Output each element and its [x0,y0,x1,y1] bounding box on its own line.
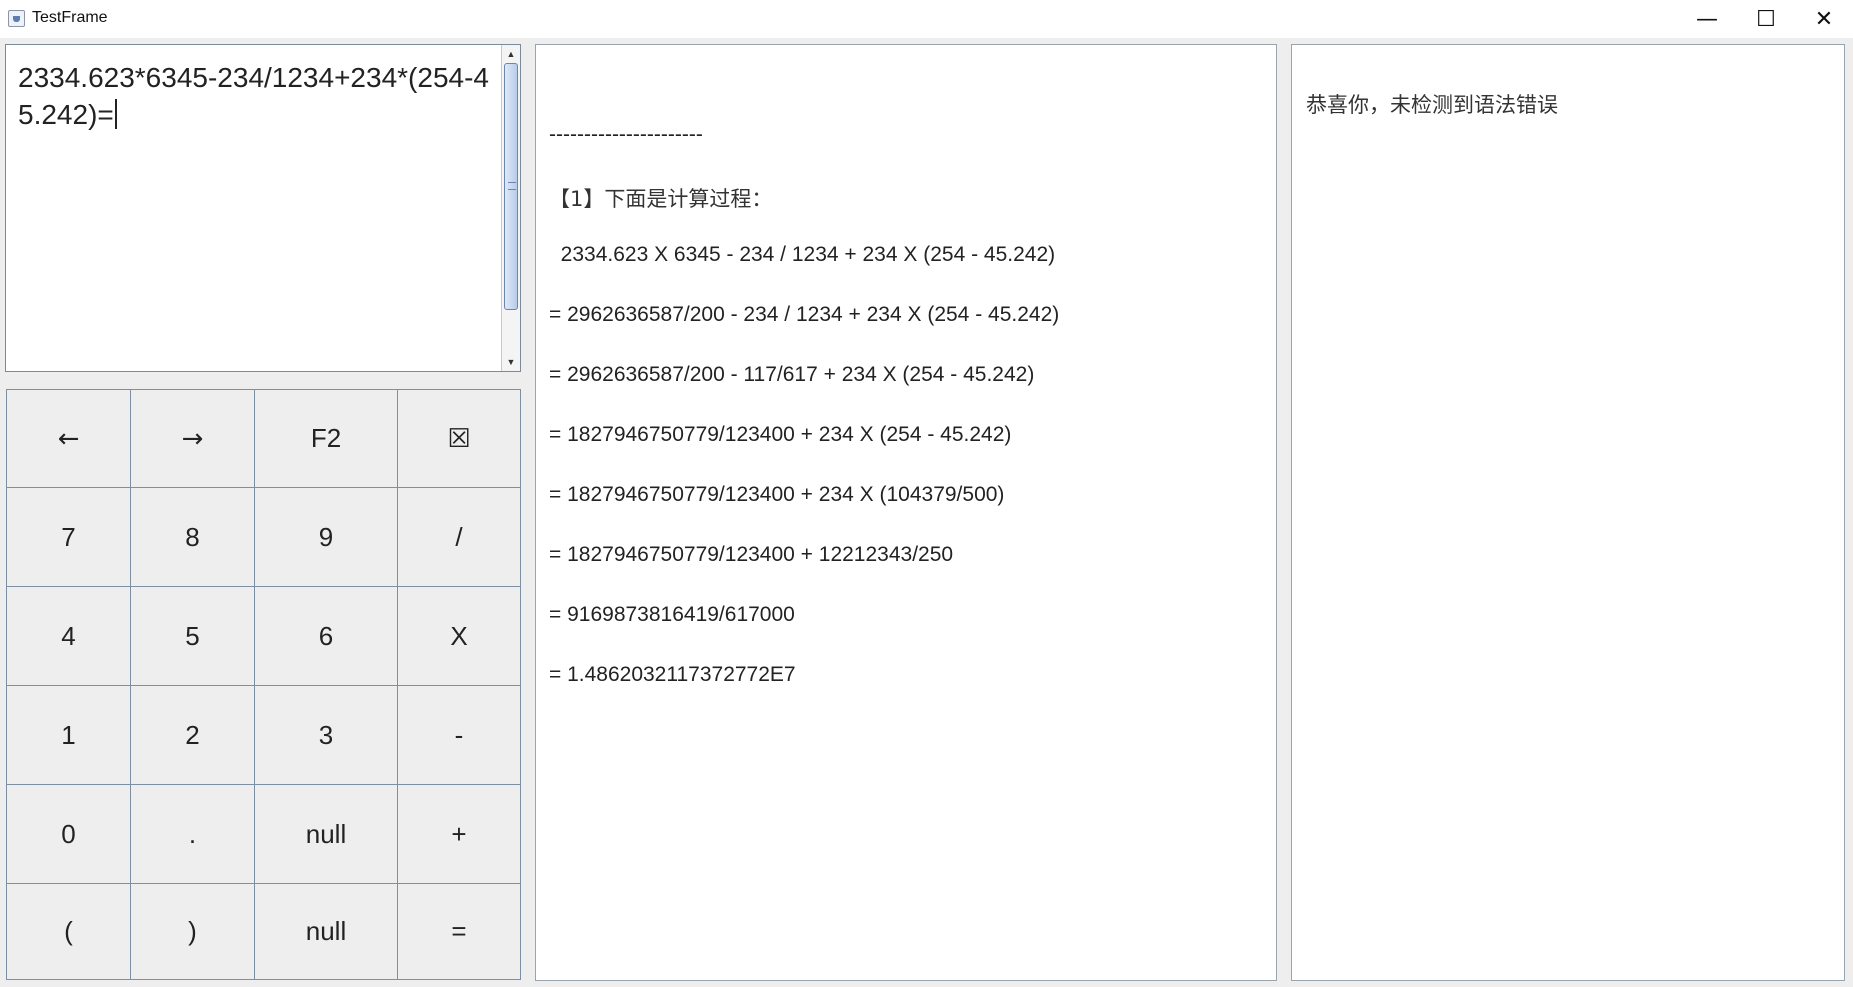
scroll-up-arrow-icon[interactable]: ▲ [502,45,520,63]
scrollbar-grip-icon [508,182,516,190]
process-step-3: = 2962636587/200 - 117/617 + 234 X (254 … [549,363,1035,386]
close-button[interactable]: ✕ [1795,0,1853,38]
process-step-4: = 1827946750779/123400 + 234 X (254 - 45… [549,423,1012,446]
key-open-paren[interactable]: ( [6,883,131,980]
key-equals[interactable]: = [397,883,521,980]
key-subtract[interactable]: - [397,685,521,785]
key-2[interactable]: 2 [130,685,255,785]
maximize-button[interactable]: ☐ [1737,0,1795,38]
scrollbar-thumb[interactable] [504,63,518,310]
title-bar: TestFrame — ☐ ✕ [0,0,1853,38]
key-4[interactable]: 4 [6,586,131,686]
process-step-5: = 1827946750779/123400 + 234 X (104379/5… [549,483,1005,506]
key-close-paren[interactable]: ) [130,883,255,980]
expression-input[interactable]: 2334.623*6345-234/1234+234*(254-45.242)=… [5,44,521,372]
key-add[interactable]: + [397,784,521,884]
key-cursor-right[interactable]: → [130,389,255,488]
process-step-2: = 2962636587/200 - 234 / 1234 + 234 X (2… [549,303,1060,326]
process-step-6: = 1827946750779/123400 + 12212343/250 [549,543,954,566]
process-step-1: 2334.623 X 6345 - 234 / 1234 + 234 X (25… [549,243,1056,266]
key-7[interactable]: 7 [6,487,131,587]
expression-value: 2334.623*6345-234/1234+234*(254-45.242)= [18,62,489,130]
scroll-down-arrow-icon[interactable]: ▼ [502,353,520,371]
process-step-7: = 9169873816419/617000 [549,603,795,626]
syntax-check-message: 恭喜你，未检测到语法错误 [1306,93,1558,117]
key-multiply[interactable]: X [397,586,521,686]
key-decimal-point[interactable]: . [130,784,255,884]
java-app-icon [8,10,25,27]
process-separator: ---------------------- [549,123,703,146]
process-step-8: = 1.4862032117372772E7 [549,663,796,686]
key-f2[interactable]: F2 [254,389,398,488]
key-9[interactable]: 9 [254,487,398,587]
process-heading: 【1】下面是计算过程： [549,187,773,211]
text-caret [114,99,117,129]
key-clear[interactable]: ☒ [397,389,521,488]
minimize-button[interactable]: — [1678,0,1736,38]
key-5[interactable]: 5 [130,586,255,686]
key-null-1[interactable]: null [254,784,398,884]
key-null-2[interactable]: null [254,883,398,980]
keypad: ← → F2 ☒ 7 8 9 / 4 5 6 X 1 2 3 - 0 . nul… [6,389,521,980]
key-0[interactable]: 0 [6,784,131,884]
key-cursor-left[interactable]: ← [6,389,131,488]
key-8[interactable]: 8 [130,487,255,587]
window-content: 2334.623*6345-234/1234+234*(254-45.242)=… [0,38,1853,987]
key-divide[interactable]: / [397,487,521,587]
key-6[interactable]: 6 [254,586,398,686]
calculation-process-panel: ---------------------- 【1】下面是计算过程： 2334.… [535,44,1277,981]
window-title: TestFrame [32,9,108,26]
key-1[interactable]: 1 [6,685,131,785]
syntax-check-panel: 恭喜你，未检测到语法错误 [1291,44,1845,981]
key-3[interactable]: 3 [254,685,398,785]
vertical-scrollbar[interactable]: ▲ ▼ [501,45,520,371]
expression-text[interactable]: 2334.623*6345-234/1234+234*(254-45.242)= [18,59,498,133]
